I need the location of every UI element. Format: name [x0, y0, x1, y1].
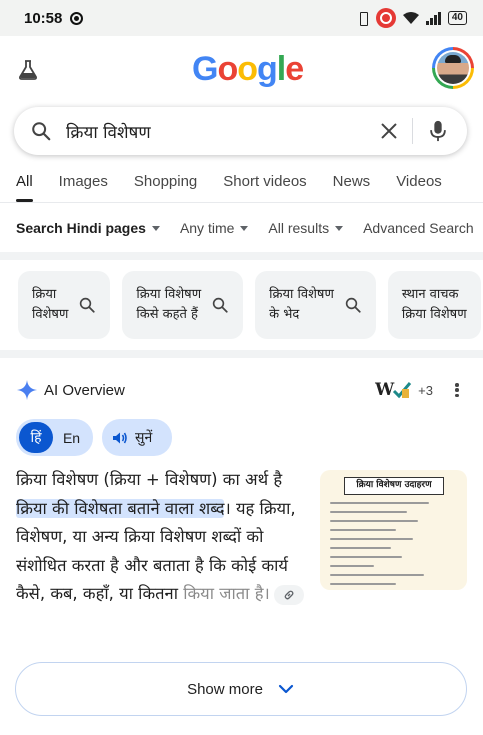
chip-label: क्रिया विशेषण के भेद — [269, 287, 334, 322]
related-search-chip[interactable]: स्थान वाचक क्रिया विशेषण — [387, 271, 481, 339]
wifi-icon — [402, 12, 419, 24]
show-more-label: Show more — [187, 680, 263, 698]
screen-record-icon — [70, 11, 84, 25]
chip-label: स्थान वाचक क्रिया विशेषण — [401, 287, 467, 322]
filter-search-hindi-pages[interactable]: Search Hindi pages — [16, 220, 160, 236]
ai-overview-text: क्रिया विशेषण (क्रिया + विशेषण) का अर्थ … — [16, 466, 312, 609]
search-tabs: All Images Shopping Short videos News Vi… — [0, 170, 483, 202]
mic-icon[interactable] — [427, 119, 449, 143]
more-sources-count: +3 — [418, 382, 433, 398]
filter-any-time[interactable]: Any time — [179, 220, 249, 236]
related-search-chip[interactable]: क्रिया विशेषण — [18, 271, 111, 339]
tabs-divider — [0, 202, 483, 203]
search-icon — [32, 122, 51, 141]
status-time: 10:58 — [24, 9, 63, 27]
tab-images[interactable]: Images — [59, 170, 108, 202]
signal-icon — [425, 11, 442, 25]
tab-news[interactable]: News — [333, 170, 371, 202]
caret-down-icon — [151, 225, 160, 231]
image-title: क्रिया विशेषण उदाहरण — [344, 477, 444, 495]
related-search-chip[interactable]: क्रिया विशेषण किसे कहते हैं — [122, 271, 244, 339]
ai-text-highlight[interactable]: क्रिया की विशेषता बताने वाला शब्द — [16, 498, 225, 518]
lang-english-button[interactable]: En — [53, 430, 90, 446]
listen-button[interactable]: सुनें — [102, 419, 172, 456]
ai-overview-image[interactable]: क्रिया विशेषण उदाहरण — [320, 470, 467, 590]
status-icons: 40 — [356, 8, 467, 28]
ai-text-faded: किया जाता है। — [183, 584, 270, 603]
more-options-icon[interactable] — [447, 380, 467, 400]
account-avatar[interactable] — [432, 47, 474, 89]
advanced-search-link[interactable]: Advanced Search — [363, 220, 474, 236]
show-more-button[interactable]: Show more — [15, 662, 467, 716]
filter-label: Any time — [179, 220, 235, 236]
caret-down-icon — [335, 225, 344, 231]
section-separator — [0, 350, 483, 358]
search-icon — [345, 297, 361, 313]
ai-text-part: क्रिया विशेषण (क्रिया + विशेषण) का अर्थ … — [16, 470, 283, 489]
chip-label: क्रिया विशेषण किसे कहते हैं — [136, 287, 202, 322]
lang-hindi-button[interactable]: हिं — [19, 422, 53, 453]
google-logo[interactable]: Google — [192, 50, 304, 89]
ai-overview-header: AI Overview W +3 — [16, 376, 467, 404]
sparkle-icon — [16, 379, 38, 401]
clear-icon[interactable] — [378, 120, 400, 142]
search-filters: Search Hindi pages Any time All results … — [16, 216, 483, 240]
search-input[interactable]: क्रिया विशेषण — [66, 120, 378, 143]
listen-label: सुनें — [135, 430, 153, 446]
citation-link-icon[interactable] — [273, 584, 304, 605]
flask-icon[interactable] — [16, 58, 40, 82]
related-search-chip[interactable]: क्रिया विशेषण के भेद — [255, 271, 376, 339]
tab-shopping[interactable]: Shopping — [134, 170, 197, 202]
tab-short-videos[interactable]: Short videos — [223, 170, 306, 202]
recording-icon — [375, 8, 396, 28]
search-icon — [212, 297, 228, 313]
ai-overview-title: AI Overview — [44, 381, 125, 399]
search-bar[interactable]: क्रिया विशेषण — [14, 107, 467, 155]
ai-sources[interactable]: W +3 — [375, 380, 433, 400]
image-text-lines — [330, 502, 440, 590]
chip-label: क्रिया विशेषण — [32, 287, 69, 322]
battery-indicator: 40 — [447, 11, 467, 25]
user-avatar-icon — [437, 52, 469, 84]
filter-all-results[interactable]: All results — [268, 220, 344, 236]
search-divider — [412, 118, 413, 144]
search-icon — [80, 297, 96, 313]
tab-all[interactable]: All — [16, 170, 33, 202]
chevron-down-icon — [278, 684, 294, 694]
tab-videos[interactable]: Videos — [396, 170, 442, 202]
vibrate-icon — [356, 11, 370, 26]
status-bar: 10:58 40 — [0, 0, 483, 36]
related-searches: क्रिया विशेषण क्रिया विशेषण किसे कहते है… — [18, 271, 481, 339]
filter-label: Search Hindi pages — [16, 220, 146, 236]
google-header: Google — [0, 36, 483, 100]
caret-down-icon — [240, 225, 249, 231]
source-logo-icon — [393, 382, 412, 399]
language-toggle: हिं En — [16, 419, 93, 456]
filter-label: All results — [268, 220, 330, 236]
speaker-icon — [113, 432, 127, 443]
section-separator — [0, 252, 483, 260]
